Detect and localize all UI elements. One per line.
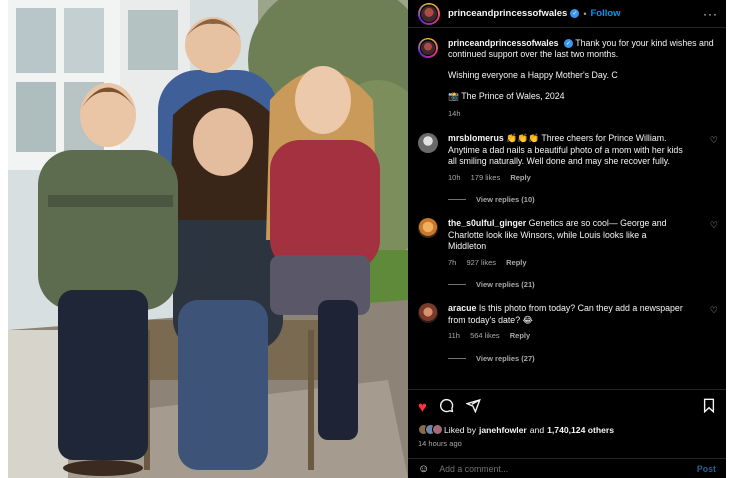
view-replies-label: View replies (27) (476, 353, 535, 363)
posted-time: 14 hours ago (418, 439, 462, 448)
comment-like-heart-icon[interactable]: ♡ (710, 305, 718, 316)
comment-item: aracue Is this photo from today? Can the… (408, 303, 726, 342)
comment-item: the_s0ulful_ginger Genetics are so cool—… (408, 218, 726, 268)
instagram-panel: princeandprincessofwales ✓ • Follow ··· … (408, 0, 726, 478)
like-heart-icon[interactable]: ♥ (418, 399, 427, 416)
post-comment-button[interactable]: Post (697, 464, 716, 474)
replies-divider (448, 284, 466, 285)
comment-username[interactable]: the_s0ulful_ginger (448, 218, 526, 228)
commenter-avatar[interactable] (418, 218, 438, 238)
family-photo-image (8, 0, 408, 478)
comment-likes[interactable]: 564 likes (470, 331, 500, 340)
caption-time: 14h (448, 109, 461, 118)
replies-divider (448, 357, 466, 359)
emoji-icon[interactable]: ☺ (418, 463, 429, 475)
header-username[interactable]: princeandprincessofwales (448, 8, 567, 19)
comment-likes[interactable]: 179 likes (471, 173, 501, 182)
view-replies-label: View replies (21) (476, 280, 535, 289)
reply-button[interactable]: Reply (510, 331, 530, 340)
post-action-bar: ♥ (408, 389, 726, 425)
profile-avatar[interactable] (418, 2, 440, 25)
comment-like-heart-icon[interactable]: ♡ (710, 220, 718, 231)
liker-avatars (418, 424, 443, 435)
comment-input[interactable]: Add a comment... (439, 464, 508, 474)
replies-divider (448, 199, 466, 200)
comment-meta: 7h 927 likes Reply (448, 257, 686, 269)
view-replies-button[interactable]: View replies (10) (448, 195, 726, 204)
comment-likes[interactable]: 927 likes (466, 258, 496, 267)
view-replies-label: View replies (10) (476, 195, 535, 204)
verified-badge-icon: ✓ (563, 39, 573, 49)
post-photo[interactable] (8, 0, 408, 478)
post-caption: princeandprincessofwales ✓ Thank you for… (408, 28, 726, 119)
comment-username[interactable]: aracue (448, 303, 476, 313)
verified-badge-icon: ✓ (570, 9, 580, 18)
likes-count[interactable]: 1,740,124 others (547, 425, 614, 435)
reply-button[interactable]: Reply (506, 258, 526, 267)
comment-bubble-icon[interactable] (439, 398, 454, 417)
commenter-avatar[interactable] (418, 303, 438, 323)
share-send-icon[interactable] (465, 398, 481, 417)
follow-button[interactable]: Follow (590, 8, 620, 19)
likes-summary[interactable]: Liked by janehfowler and 1,740,124 other… (418, 424, 617, 435)
caption-credit: 📸 The Prince of Wales, 2024 (448, 91, 565, 101)
view-replies-button[interactable]: View replies (21) (448, 280, 726, 289)
caption-greeting: Wishing everyone a Happy Mother's Day. C (448, 70, 618, 80)
comment-meta: 11h 564 likes Reply (448, 330, 686, 342)
comment-time: 10h (448, 172, 461, 182)
comment-time: 11h (448, 331, 460, 340)
bookmark-icon[interactable] (702, 398, 716, 417)
liker-username[interactable]: janehfowler (479, 425, 527, 435)
likes-conj: and (529, 424, 545, 435)
comment-like-heart-icon[interactable]: ♡ (710, 135, 718, 146)
reply-button[interactable]: Reply (510, 173, 530, 182)
separator-dot: • (583, 8, 587, 19)
add-comment-bar: ☺ Add a comment... Post (408, 458, 726, 478)
comment-username[interactable]: mrsblomerus (448, 133, 504, 143)
comment-meta: 10h 179 likes Reply (448, 172, 686, 184)
commenter-avatar[interactable] (418, 133, 438, 153)
view-replies-button[interactable]: View replies (27) (448, 354, 726, 363)
comment-time: 7h (448, 257, 457, 267)
more-options-icon[interactable]: ··· (703, 7, 718, 21)
likes-prefix: Liked by (444, 424, 477, 435)
comment-item: mrsblomerus 👏👏👏 Three cheers for Prince … (408, 133, 726, 183)
caption-username[interactable]: princeandprincessofwales (448, 38, 559, 48)
page-margin (726, 0, 734, 478)
caption-avatar[interactable] (418, 38, 438, 58)
post-header: princeandprincessofwales ✓ • Follow ··· (408, 0, 726, 28)
comment-text: Is this photo from today? Can they add a… (448, 303, 683, 325)
